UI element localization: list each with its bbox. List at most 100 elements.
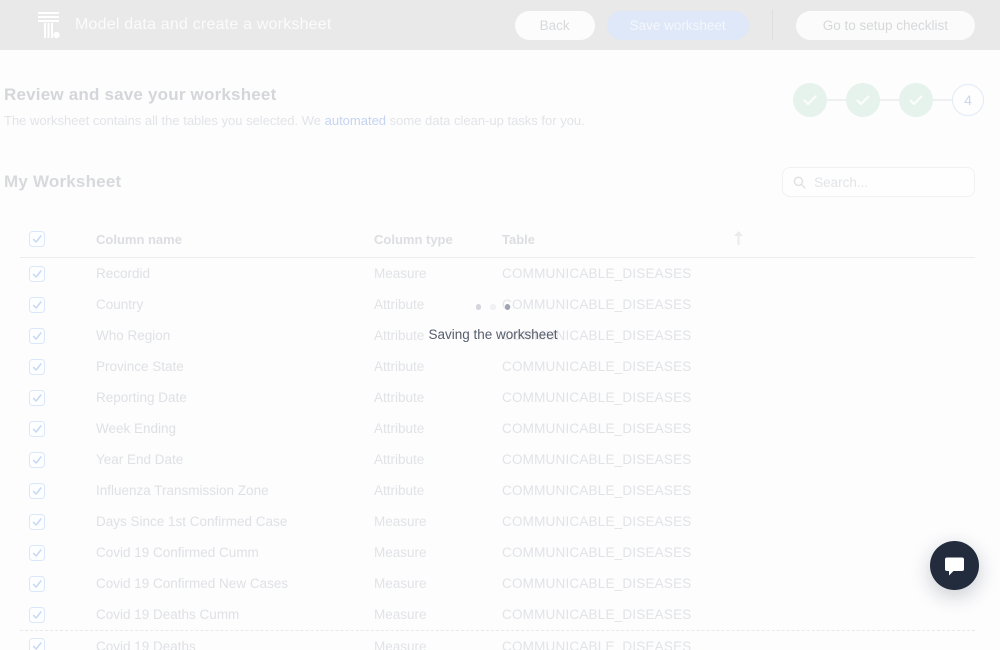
checkmark-icon [32, 393, 42, 402]
table-name-cell: COMMUNICABLE_DISEASES [502, 359, 692, 374]
table-name-cell: COMMUNICABLE_DISEASES [502, 452, 692, 467]
topbar-actions: Back Save worksheet Go to setup checklis… [514, 10, 975, 40]
table-name-cell: COMMUNICABLE_DISEASES [502, 638, 692, 650]
checkmark-icon [32, 300, 42, 309]
row-checkbox[interactable] [29, 389, 45, 406]
checkmark-icon [32, 331, 42, 340]
table-row: Year End Date Attribute COMMUNICABLE_DIS… [20, 444, 975, 475]
checkmark-icon [32, 610, 42, 619]
column-type-cell: Measure [374, 266, 427, 281]
row-checkbox[interactable] [29, 420, 45, 437]
row-checkbox[interactable] [29, 451, 45, 468]
column-name-cell: Recordid [96, 266, 151, 281]
sort-ascending-icon[interactable] [733, 231, 744, 251]
checkmark-icon [32, 517, 42, 526]
table-row: Province State Attribute COMMUNICABLE_DI… [20, 351, 975, 382]
column-name-cell: Province State [96, 359, 184, 374]
subtitle-text-after: some data clean-up tasks for you. [386, 113, 585, 128]
row-checkbox[interactable] [29, 575, 45, 592]
subtitle-text: The worksheet contains all the tables yo… [4, 113, 325, 128]
column-name-cell: Days Since 1st Confirmed Case [96, 514, 288, 529]
chat-widget-button[interactable] [930, 541, 979, 590]
wizard-stepper: 4 [793, 83, 984, 117]
table-name-cell: COMMUNICABLE_DISEASES [502, 514, 692, 529]
speech-bubble-icon [945, 557, 964, 575]
step-3-done [899, 83, 933, 117]
column-type-cell: Measure [374, 607, 427, 622]
checkmark-icon [32, 269, 42, 278]
row-checkbox[interactable] [29, 265, 45, 282]
checkmark-icon [32, 424, 42, 433]
step-2-done [846, 83, 880, 117]
checkmark-icon [32, 579, 42, 588]
checkmark-icon [803, 94, 817, 105]
table-name-cell: COMMUNICABLE_DISEASES [502, 607, 692, 622]
checkmark-icon [32, 548, 42, 557]
review-subtitle: The worksheet contains all the tables yo… [4, 113, 585, 128]
column-name-cell: Country [96, 297, 144, 312]
checkmark-icon [856, 94, 870, 105]
column-type-cell: Attribute [374, 421, 425, 436]
step-connector [880, 99, 899, 101]
step-1-done [793, 83, 827, 117]
column-name-cell: Year End Date [96, 452, 184, 467]
saving-status-text: Saving the worksheet [428, 327, 558, 342]
checkmark-icon [32, 486, 42, 495]
worksheet-header: My Worksheet [4, 167, 975, 197]
row-checkbox[interactable] [29, 327, 45, 344]
save-worksheet-button[interactable]: Save worksheet [606, 10, 749, 40]
search-box [782, 167, 975, 197]
back-button[interactable]: Back [514, 10, 595, 40]
row-checkbox[interactable] [29, 638, 45, 650]
row-checkbox[interactable] [29, 513, 45, 530]
worksheet-title: My Worksheet [4, 172, 122, 191]
row-checkbox[interactable] [29, 482, 45, 499]
column-type-cell: Attribute [374, 483, 425, 498]
row-checkbox[interactable] [29, 296, 45, 313]
column-header-name[interactable]: Column name [96, 232, 374, 247]
top-bar: Model data and create a worksheet Back S… [0, 0, 1000, 50]
go-to-setup-checklist-button[interactable]: Go to setup checklist [795, 10, 975, 40]
column-name-cell: Covid 19 Deaths [96, 638, 196, 650]
table-row: Covid 19 Deaths Measure COMMUNICABLE_DIS… [20, 630, 975, 650]
columns-table: Column name Column type Table Recordid M… [20, 221, 975, 650]
checkmark-icon [32, 642, 42, 650]
topbar-divider [771, 10, 773, 40]
table-row: Days Since 1st Confirmed Case Measure CO… [20, 506, 975, 537]
search-input[interactable] [814, 174, 964, 190]
column-name-cell: Covid 19 Deaths Cumm [96, 607, 240, 622]
table-header-row: Column name Column type Table [20, 221, 975, 258]
column-name-cell: Covid 19 Confirmed New Cases [96, 576, 289, 591]
table-name-cell: COMMUNICABLE_DISEASES [502, 545, 692, 560]
row-checkbox[interactable] [29, 358, 45, 375]
select-all-checkbox[interactable] [29, 231, 45, 247]
column-name-cell: Covid 19 Confirmed Cumm [96, 545, 259, 560]
row-checkbox[interactable] [29, 544, 45, 561]
column-type-cell: Attribute [374, 390, 425, 405]
table-row: Influenza Transmission Zone Attribute CO… [20, 475, 975, 506]
step-4-current: 4 [952, 84, 984, 116]
column-type-cell: Attribute [374, 359, 425, 374]
row-checkbox[interactable] [29, 606, 45, 623]
checkmark-icon [32, 362, 42, 371]
review-text-block: Review and save your worksheet The works… [4, 85, 585, 128]
column-type-cell: Measure [374, 514, 427, 529]
checkmark-icon [32, 235, 42, 243]
automated-link[interactable]: automated [325, 113, 386, 128]
step-connector [933, 99, 952, 101]
table-row: Reporting Date Attribute COMMUNICABLE_DI… [20, 382, 975, 413]
table-name-cell: COMMUNICABLE_DISEASES [502, 576, 692, 591]
search-icon [793, 176, 806, 189]
column-type-cell: Measure [374, 545, 427, 560]
table-row: Recordid Measure COMMUNICABLE_DISEASES [20, 258, 975, 289]
column-type-cell: Measure [374, 638, 427, 650]
review-header: Review and save your worksheet The works… [4, 83, 984, 128]
table-row: Week Ending Attribute COMMUNICABLE_DISEA… [20, 413, 975, 444]
column-header-type[interactable]: Column type [374, 232, 502, 247]
column-name-cell: Reporting Date [96, 390, 187, 405]
table-name-cell: COMMUNICABLE_DISEASES [502, 483, 692, 498]
loading-dots-icon [393, 304, 593, 310]
table-row: Covid 19 Confirmed New Cases Measure COM… [20, 568, 975, 599]
column-name-cell: Week Ending [96, 421, 177, 436]
table-row: Covid 19 Confirmed Cumm Measure COMMUNIC… [20, 537, 975, 568]
